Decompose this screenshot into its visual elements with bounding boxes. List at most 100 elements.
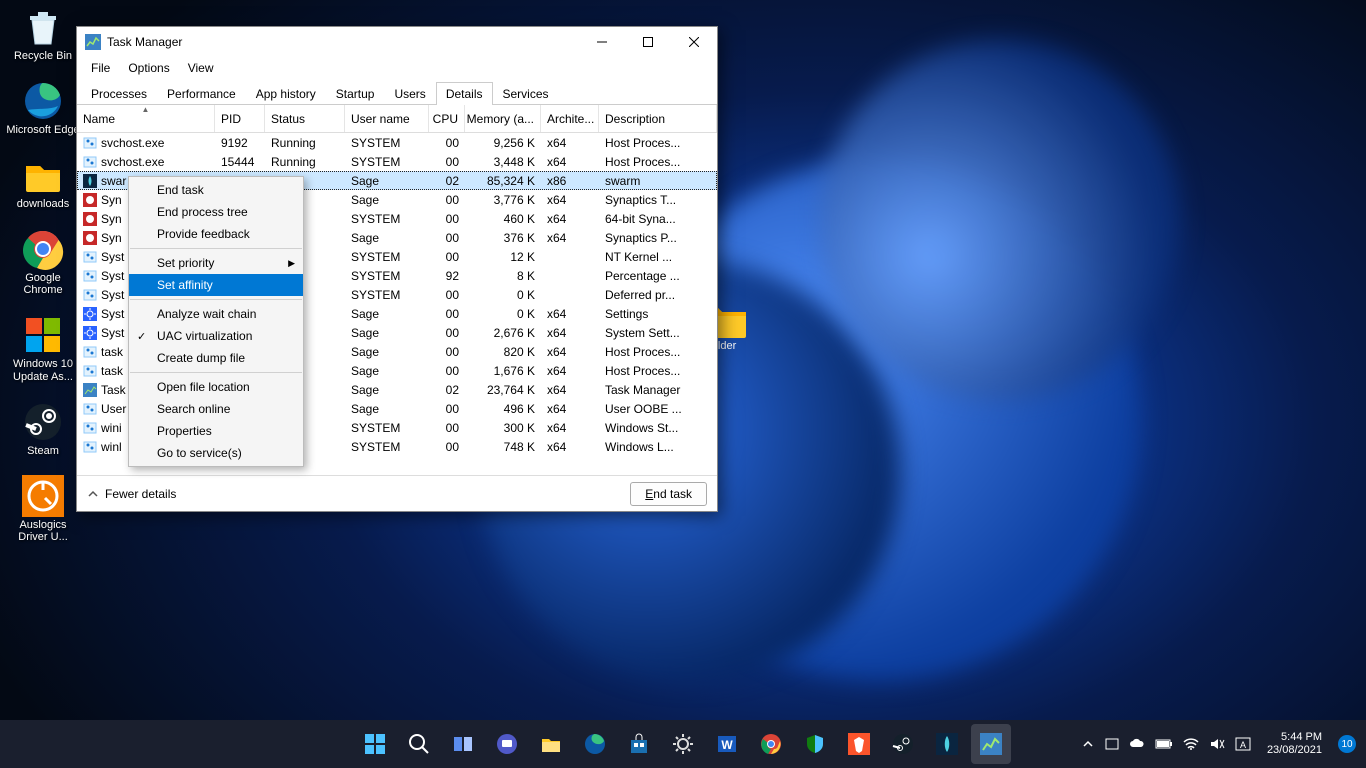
menu-separator (130, 248, 302, 249)
process-icon (83, 155, 97, 169)
minimize-button[interactable] (579, 27, 625, 57)
cell-desc: NT Kernel ... (599, 250, 717, 264)
column-header-archite-[interactable]: Archite... (541, 105, 599, 132)
tab-startup[interactable]: Startup (326, 82, 385, 105)
tray-volume-icon[interactable] (1209, 737, 1225, 751)
tab-performance[interactable]: Performance (157, 82, 246, 105)
tab-processes[interactable]: Processes (81, 82, 157, 105)
desktop-icon-chrome[interactable]: Google Chrome (4, 226, 82, 298)
taskbar-word[interactable]: W (707, 724, 747, 764)
column-header-cpu[interactable]: CPU (429, 105, 465, 132)
taskbar-clock[interactable]: 5:44 PM 23/08/2021 (1267, 731, 1328, 757)
column-header-description[interactable]: Description (599, 105, 717, 132)
cell-desc: Settings (599, 307, 717, 321)
tray-tablet-icon[interactable] (1105, 737, 1119, 751)
cell-desc: Host Proces... (599, 364, 717, 378)
column-header-user-name[interactable]: User name (345, 105, 429, 132)
cell-pid: 15444 (215, 155, 265, 169)
menu-item-label: End process tree (157, 205, 248, 219)
taskbar-chrome[interactable] (751, 724, 791, 764)
menu-item-open-file-location[interactable]: Open file location (129, 376, 303, 398)
menu-item-label: UAC virtualization (157, 329, 252, 343)
taskbar-settings[interactable] (663, 724, 703, 764)
desktop-icon-edge[interactable]: Microsoft Edge (4, 78, 82, 138)
auslogics-icon (22, 475, 64, 517)
taskbar-brave[interactable] (839, 724, 879, 764)
column-header-pid[interactable]: PID (215, 105, 265, 132)
desktop-icon-auslogics[interactable]: Auslogics Driver U... (4, 473, 82, 545)
cell-user: SYSTEM (345, 269, 429, 283)
close-button[interactable] (671, 27, 717, 57)
menu-item-provide-feedback[interactable]: Provide feedback (129, 223, 303, 245)
taskbar-security[interactable] (795, 724, 835, 764)
fewer-details-toggle[interactable]: Fewer details (87, 487, 176, 501)
desktop-icon-recycle-bin[interactable]: Recycle Bin (4, 4, 82, 64)
process-name: svchost.exe (101, 155, 164, 169)
taskbar-taskmgr[interactable] (971, 724, 1011, 764)
menu-item-set-priority[interactable]: Set priority▶ (129, 252, 303, 274)
cell-mem: 496 K (465, 402, 541, 416)
cell-cpu: 00 (429, 326, 465, 340)
menu-item-label: Go to service(s) (157, 446, 242, 460)
process-name: Syn (101, 212, 122, 226)
process-icon (83, 193, 97, 207)
taskbar-start[interactable] (355, 724, 395, 764)
menu-item-search-online[interactable]: Search online (129, 398, 303, 420)
tray-cloud-icon[interactable] (1129, 737, 1145, 751)
notification-badge[interactable]: 10 (1338, 735, 1356, 753)
cell-arch: x64 (541, 212, 599, 226)
process-icon (83, 174, 97, 188)
taskbar-swarm[interactable] (927, 724, 967, 764)
tray-battery-icon[interactable] (1155, 738, 1173, 750)
menu-item-go-to-service-s-[interactable]: Go to service(s) (129, 442, 303, 464)
taskbar-explorer[interactable] (531, 724, 571, 764)
column-header-name[interactable]: Name▲ (77, 105, 215, 132)
menu-item-create-dump-file[interactable]: Create dump file (129, 347, 303, 369)
titlebar[interactable]: Task Manager (77, 27, 717, 57)
search-icon (408, 733, 430, 755)
table-row[interactable]: svchost.exe9192RunningSYSTEM009,256 Kx64… (77, 133, 717, 152)
tray-wifi-icon[interactable] (1183, 737, 1199, 751)
end-task-button[interactable]: End task (630, 482, 707, 506)
tab-users[interactable]: Users (384, 82, 435, 105)
desktop-icon-downloads[interactable]: downloads (4, 152, 82, 212)
menu-view[interactable]: View (180, 59, 222, 77)
taskbar-steam[interactable] (883, 724, 923, 764)
taskbar-search[interactable] (399, 724, 439, 764)
taskbar-taskview[interactable] (443, 724, 483, 764)
cell-cpu: 00 (429, 288, 465, 302)
column-header-status[interactable]: Status (265, 105, 345, 132)
menu-item-end-process-tree[interactable]: End process tree (129, 201, 303, 223)
desktop-icon-win10-update[interactable]: Windows 10 Update As... (4, 312, 82, 384)
menu-item-uac-virtualization[interactable]: ✓UAC virtualization (129, 325, 303, 347)
tab-details[interactable]: Details (436, 82, 493, 105)
taskmgr-icon (980, 733, 1002, 755)
cell-arch: x64 (541, 193, 599, 207)
cell-status: Running (265, 136, 345, 150)
tray-chevron-icon[interactable] (1081, 737, 1095, 751)
menu-item-end-task[interactable]: End task (129, 179, 303, 201)
tab-app-history[interactable]: App history (246, 82, 326, 105)
process-name: Syn (101, 231, 122, 245)
cell-cpu: 02 (429, 174, 465, 188)
menu-file[interactable]: File (83, 59, 118, 77)
taskbar-chat[interactable] (487, 724, 527, 764)
taskbar-edge[interactable] (575, 724, 615, 764)
table-row[interactable]: svchost.exe15444RunningSYSTEM003,448 Kx6… (77, 152, 717, 171)
menu-item-set-affinity[interactable]: Set affinity (129, 274, 303, 296)
word-icon: W (716, 733, 738, 755)
desktop-icon-steam[interactable]: Steam (4, 399, 82, 459)
menu-item-properties[interactable]: Properties (129, 420, 303, 442)
column-header-memory-a-[interactable]: Memory (a... (465, 105, 541, 132)
system-tray[interactable]: A (1075, 737, 1257, 751)
menu-options[interactable]: Options (120, 59, 177, 77)
menu-item-label: Properties (157, 424, 212, 438)
taskbar-store[interactable] (619, 724, 659, 764)
maximize-button[interactable] (625, 27, 671, 57)
menu-item-analyze-wait-chain[interactable]: Analyze wait chain (129, 303, 303, 325)
cell-mem: 9,256 K (465, 136, 541, 150)
process-icon (83, 212, 97, 226)
tray-ime-icon[interactable]: A (1235, 737, 1251, 751)
tab-services[interactable]: Services (493, 82, 559, 105)
process-name: Syst (101, 307, 124, 321)
